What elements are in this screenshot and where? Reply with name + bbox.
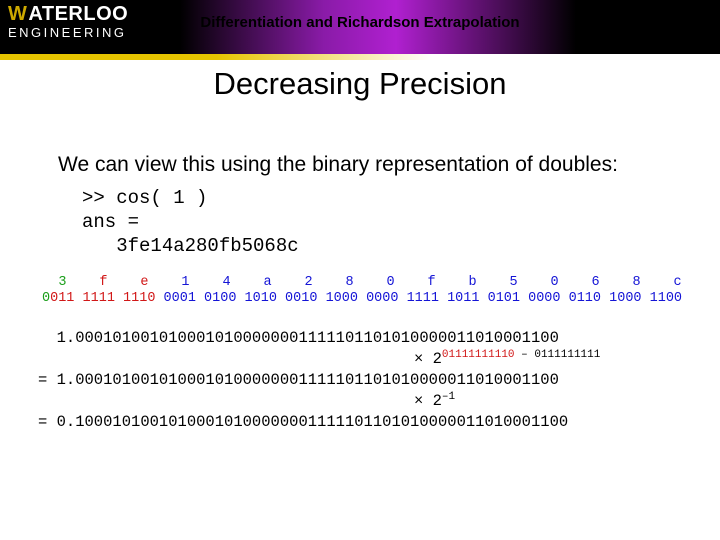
slide-number: 25 bbox=[685, 34, 704, 54]
slide-title: Decreasing Precision bbox=[0, 66, 720, 102]
calc-line-5: = 0.100010100101000101000000011111011010… bbox=[38, 412, 684, 432]
calc-mult2-exp: –1 bbox=[442, 391, 455, 403]
hex-nibble-row: 3 f e 1 4 a 2 8 0 f b 5 0 6 8 c bbox=[42, 275, 684, 290]
intro-text: We can view this using the binary repres… bbox=[58, 152, 634, 178]
bin-mantissa: 0001 0100 1010 0010 1000 0000 1111 1011 … bbox=[155, 291, 682, 306]
calc-line-2: × 201111111110 – 0111111111 bbox=[38, 348, 684, 370]
calc-exp-minus: – bbox=[515, 349, 535, 361]
content-area: We can view this using the binary repres… bbox=[0, 152, 720, 432]
calc-exp-superscript: 01111111110 – 0111111111 bbox=[442, 349, 600, 361]
calc-mult2-prefix: × 2 bbox=[414, 392, 442, 410]
code-line-2: ans = bbox=[82, 211, 139, 233]
hex-mantissa: 1 4 a 2 8 0 f b 5 0 6 8 c bbox=[165, 275, 682, 290]
calc-exp-bias: 0111111111 bbox=[534, 349, 600, 361]
hex-exponent: f e bbox=[75, 275, 165, 290]
bin-exponent: 011 1111 1110 bbox=[50, 291, 155, 306]
calc-exp-red: 01111111110 bbox=[442, 349, 515, 361]
calc-mult1-prefix: × 2 bbox=[414, 350, 442, 368]
code-line-1: >> cos( 1 ) bbox=[82, 187, 207, 209]
calc-line-1: 1.00010100101000101000000011111011010100… bbox=[38, 328, 684, 348]
code-line-3: 3fe14a280fb5068c bbox=[82, 235, 299, 257]
course-title: Differentiation and Richardson Extrapola… bbox=[0, 14, 720, 31]
binary-row: 0011 1111 1110 0001 0100 1010 0010 1000 … bbox=[42, 291, 684, 306]
hex-sign: 3 bbox=[58, 275, 66, 290]
calc-line-4: × 2–1 bbox=[38, 390, 684, 412]
matlab-code: >> cos( 1 ) ans = 3fe14a280fb5068c bbox=[82, 186, 684, 259]
calc-line-3: = 1.000101001010001010000000111110110101… bbox=[38, 370, 684, 390]
bin-sign: 0 bbox=[42, 291, 50, 306]
calculation-block: 1.00010100101000101000000011111011010100… bbox=[38, 328, 684, 433]
